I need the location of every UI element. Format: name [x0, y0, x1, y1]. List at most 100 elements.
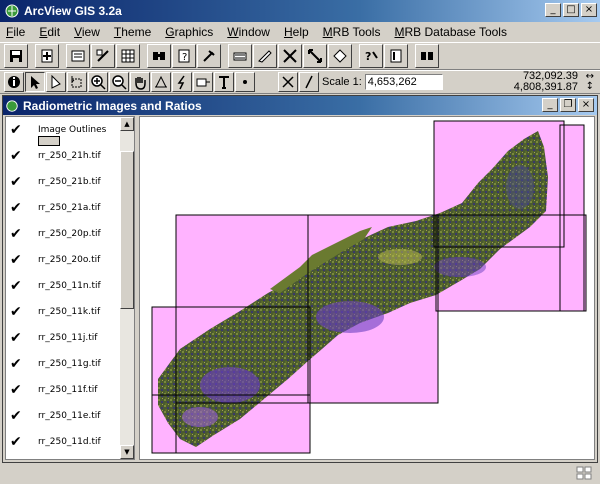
toc-theme-item[interactable]: ✔ rr_250_21b.tif	[6, 169, 122, 194]
theme-visibility-checkbox[interactable]: ✔	[10, 226, 26, 242]
theme-visibility-checkbox[interactable]: ✔	[10, 200, 26, 216]
select-by-theme-button[interactable]	[228, 44, 252, 68]
theme-visibility-checkbox[interactable]: ✔	[10, 330, 26, 346]
menu-edit[interactable]: Edit	[39, 25, 60, 39]
pan-icon	[135, 77, 146, 90]
general-snap-button[interactable]	[299, 72, 319, 92]
menu-help[interactable]: Help	[284, 25, 309, 39]
toc-theme-item[interactable]: ✔ rr_250_11f.tif	[6, 377, 122, 402]
open-table-button[interactable]	[116, 44, 140, 68]
view-restore-button[interactable]: ❐	[560, 98, 576, 112]
theme-visibility-checkbox[interactable]: ✔	[10, 304, 26, 320]
help-button[interactable]: ?	[359, 44, 383, 68]
vertex-edit-tool[interactable]	[46, 72, 66, 92]
view-title-bar[interactable]: Radiometric Images and Ratios _ ❐ ×	[3, 96, 597, 115]
query-builder-icon: ?	[178, 49, 190, 63]
layout-button[interactable]	[384, 44, 408, 68]
menu-view[interactable]: View	[74, 25, 100, 39]
theme-visibility-checkbox[interactable]: ✔	[10, 148, 26, 164]
resize-grip-icon[interactable]	[576, 466, 592, 480]
toc-theme-item[interactable]: ✔ rr_250_11g.tif	[6, 351, 122, 376]
theme-properties-icon	[71, 50, 85, 62]
map-canvas[interactable]	[140, 117, 595, 460]
text-icon	[219, 76, 229, 89]
toc-scrollbar[interactable]: ▲ ▼	[120, 117, 134, 459]
zoom-out-tool[interactable]	[109, 72, 129, 92]
select-feature-icon	[71, 76, 82, 88]
pan-tool[interactable]	[130, 72, 150, 92]
toc-theme-item[interactable]: ✔ rr_250_11e.tif	[6, 403, 122, 428]
zoom-to-full-extent-button[interactable]	[303, 44, 327, 68]
hot-link-tool[interactable]	[172, 72, 192, 92]
view-minimize-button[interactable]: _	[542, 98, 558, 112]
clear-selection-icon	[258, 50, 272, 63]
snap-button[interactable]	[278, 72, 298, 92]
menu-graphics[interactable]: Graphics	[165, 25, 213, 39]
theme-visibility-checkbox[interactable]: ✔	[10, 382, 26, 398]
scroll-down-button[interactable]: ▼	[120, 445, 134, 459]
label-tool[interactable]	[193, 72, 213, 92]
hot-link-icon	[203, 50, 215, 62]
zoom-to-themes-icon	[283, 49, 297, 63]
theme-label: rr_250_11f.tif	[38, 384, 98, 395]
toc-theme-item[interactable]: ✔ rr_250_21h.tif	[6, 143, 122, 168]
theme-label: rr_250_11n.tif	[38, 280, 101, 291]
theme-visibility-checkbox[interactable]: ✔	[10, 252, 26, 268]
zoom-in-tool[interactable]	[88, 72, 108, 92]
zoom-previous-button[interactable]	[328, 44, 352, 68]
query-builder-button[interactable]: ?	[172, 44, 196, 68]
find-button[interactable]	[147, 44, 171, 68]
select-feature-tool[interactable]	[67, 72, 87, 92]
theme-visibility-checkbox[interactable]: ✔	[10, 356, 26, 372]
maximize-button[interactable]: □	[563, 3, 579, 17]
menu-file[interactable]: File	[6, 25, 25, 39]
toc-theme-item[interactable]: ✔ rr_250_20p.tif	[6, 221, 122, 246]
scale-input[interactable]: 4,653,262	[364, 74, 443, 90]
minimize-button[interactable]: _	[545, 3, 561, 17]
pointer-tool[interactable]	[25, 72, 45, 92]
app-title-bar[interactable]: ArcView GIS 3.2a _ □ ×	[0, 0, 600, 22]
scroll-thumb[interactable]	[120, 151, 134, 309]
text-tool[interactable]	[214, 72, 234, 92]
toc-theme-item[interactable]: ✔ rr_250_11n.tif	[6, 273, 122, 298]
theme-label: rr_250_20p.tif	[38, 228, 101, 239]
draw-point-tool[interactable]	[235, 72, 255, 92]
add-theme-button[interactable]	[35, 44, 59, 68]
menu-mrb-tools[interactable]: MRB Tools	[323, 25, 381, 39]
edit-legend-button[interactable]	[91, 44, 115, 68]
theme-visibility-checkbox[interactable]: ✔	[10, 174, 26, 190]
map-display[interactable]	[139, 116, 595, 460]
menu-theme[interactable]: Theme	[114, 25, 151, 39]
zoom-to-themes-button[interactable]	[278, 44, 302, 68]
measure-tool[interactable]	[151, 72, 171, 92]
label-icon	[196, 78, 210, 87]
toc-theme-item[interactable]: ✔ rr_250_11k.tif	[6, 299, 122, 324]
toc-theme-item[interactable]: ✔ rr_250_11d.tif	[6, 429, 122, 454]
toc-theme-item[interactable]: ✔ Image Outlines	[6, 117, 122, 142]
theme-visibility-checkbox[interactable]: ✔	[10, 408, 26, 424]
toc-theme-item[interactable]: ✔ rr_250_20o.tif	[6, 247, 122, 272]
toc-theme-item[interactable]: ✔ rr_250_21a.tif	[6, 195, 122, 220]
theme-properties-button[interactable]	[66, 44, 90, 68]
save-icon	[10, 50, 22, 62]
hot-link-button[interactable]	[197, 44, 221, 68]
theme-visibility-checkbox[interactable]: ✔	[10, 278, 26, 294]
theme-visibility-checkbox[interactable]: ✔	[10, 434, 26, 450]
binoculars-button[interactable]	[415, 44, 439, 68]
toc-theme-item[interactable]: ✔ rr_250_11j.tif	[6, 325, 122, 350]
menu-mrb-database-tools[interactable]: MRB Database Tools	[394, 25, 507, 39]
save-button[interactable]	[4, 44, 28, 68]
theme-label: rr_250_20o.tif	[38, 254, 101, 265]
view-close-button[interactable]: ×	[578, 98, 594, 112]
close-button[interactable]: ×	[581, 3, 597, 17]
draw-point-icon	[243, 80, 247, 84]
identify-tool[interactable]	[4, 72, 24, 92]
theme-label: rr_250_11k.tif	[38, 306, 101, 317]
pointer-icon	[31, 76, 40, 89]
zoom-previous-icon	[333, 49, 347, 63]
svg-text:?: ?	[182, 52, 187, 63]
clear-selection-button[interactable]	[253, 44, 277, 68]
scroll-up-button[interactable]: ▲	[120, 117, 134, 131]
theme-visibility-checkbox[interactable]: ✔	[10, 122, 26, 138]
menu-window[interactable]: Window	[227, 25, 270, 39]
